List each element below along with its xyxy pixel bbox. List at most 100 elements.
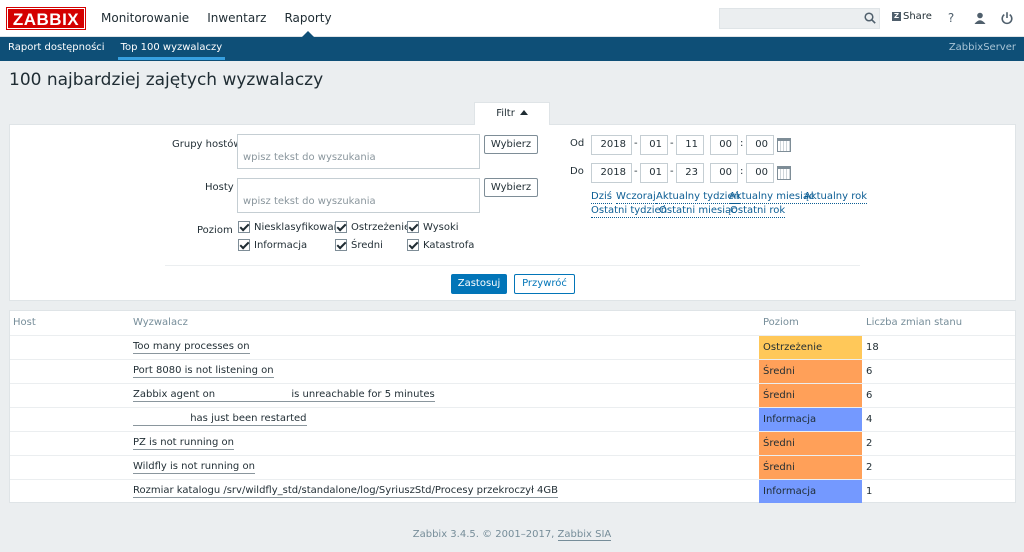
sub-nav: Raport dostępności Top 100 wyzwalaczy: [0, 37, 230, 61]
zabbix-logo[interactable]: ZABBIX: [6, 7, 86, 30]
subnav-top-100-triggers[interactable]: Top 100 wyzwalaczy: [113, 37, 231, 61]
checkbox-label: Informacja: [254, 239, 308, 251]
apply-button[interactable]: Zastosuj: [451, 274, 507, 294]
checkbox-label: Ostrzeżenie: [351, 221, 411, 233]
share-button[interactable]: Z Share: [892, 11, 932, 22]
page-title: 100 najbardziej zajętych wyzwalaczy: [9, 70, 324, 90]
trigger-link[interactable]: Zabbix agent on is unreachable for 5 min…: [133, 389, 435, 402]
reset-button[interactable]: Przywróć: [514, 274, 575, 294]
column-header-severity: Poziom: [763, 317, 799, 328]
column-header-changes[interactable]: Liczba zmian stanu: [866, 317, 962, 328]
power-icon[interactable]: [1000, 11, 1014, 25]
checkmark-icon: [335, 221, 347, 233]
severity-cell: Ostrzeżenie: [759, 336, 862, 359]
table-row: Too many processes on Ostrzeżenie 18: [10, 335, 1015, 359]
quick-link-current-week[interactable]: Aktualny tydzień: [656, 191, 740, 204]
time-separator: :: [740, 138, 744, 149]
triangle-up-icon: [519, 110, 528, 115]
main-nav: Monitorowanie Inwentarz Raporty: [92, 0, 341, 38]
table-row: has just been restarted Informacja 4: [10, 407, 1015, 431]
severity-cell: Średni: [759, 432, 862, 455]
hosts-select-button[interactable]: Wybierz: [484, 178, 538, 197]
checkbox-label: Niesklasyfikowane: [254, 221, 347, 233]
nav-inventory[interactable]: Inwentarz: [198, 0, 275, 37]
nav-reports[interactable]: Raporty: [275, 0, 340, 38]
footer-link[interactable]: Zabbix SIA: [557, 529, 612, 541]
checkbox-average[interactable]: Średni: [335, 239, 383, 251]
trigger-link[interactable]: Port 8080 is not listening on: [133, 365, 274, 378]
severity-cell: Średni: [759, 384, 862, 407]
filter-panel: Grupy hostów wpisz tekst do wyszukania W…: [9, 124, 1016, 301]
checkbox-information[interactable]: Informacja: [238, 239, 307, 251]
calendar-icon[interactable]: [777, 166, 791, 180]
checkmark-icon: [407, 239, 419, 251]
level-label: Poziom: [197, 225, 233, 236]
question-icon[interactable]: ?: [944, 11, 958, 25]
severity-cell: Informacja: [759, 408, 862, 431]
change-count: 6: [866, 366, 873, 377]
to-month-input[interactable]: 01: [640, 163, 668, 183]
date-separator: -: [634, 138, 638, 149]
filter-tab[interactable]: Filtr: [474, 102, 550, 125]
date-separator: -: [670, 166, 674, 177]
server-name: ZabbixServer: [948, 42, 1016, 53]
checkbox-high[interactable]: Wysoki: [407, 221, 459, 233]
column-header-trigger: Wyzwalacz: [133, 317, 188, 328]
column-header-host: Host: [13, 317, 36, 328]
user-icon[interactable]: [973, 11, 987, 25]
nav-monitoring[interactable]: Monitorowanie: [92, 0, 198, 37]
checkbox-warning[interactable]: Ostrzeżenie: [335, 221, 410, 233]
host-groups-input[interactable]: wpisz tekst do wyszukania: [237, 134, 480, 169]
checkbox-label: Średni: [351, 239, 383, 251]
change-count: 18: [866, 342, 879, 353]
footer-text: Zabbix 3.4.5. © 2001–2017,: [412, 529, 555, 540]
table-row: Zabbix agent on is unreachable for 5 min…: [10, 383, 1015, 407]
table-row: Wildfly is not running on Średni 2: [10, 455, 1015, 479]
trigger-link[interactable]: Too many processes on: [133, 341, 250, 354]
trigger-link[interactable]: Rozmiar katalogu /srv/wildfly_std/standa…: [133, 485, 558, 498]
checkbox-disaster[interactable]: Katastrofa: [407, 239, 474, 251]
table-row: Port 8080 is not listening on Średni 6: [10, 359, 1015, 383]
quick-link-yesterday[interactable]: Wczoraj: [616, 191, 656, 204]
severity-cell: Informacja: [759, 480, 862, 503]
date-from-label: Od: [570, 138, 585, 149]
search-input[interactable]: [719, 8, 880, 29]
change-count: 2: [866, 438, 873, 449]
quick-link-last-week[interactable]: Ostatni tydzień: [591, 205, 668, 218]
quick-link-current-month[interactable]: Aktualny miesiąc: [729, 191, 815, 204]
trigger-link[interactable]: PZ is not running on: [133, 437, 235, 450]
checkmark-icon: [407, 221, 419, 233]
trigger-link[interactable]: Wildfly is not running on: [133, 461, 255, 474]
quick-link-current-year[interactable]: Aktualny rok: [804, 191, 868, 204]
from-hour-input[interactable]: 00: [710, 135, 738, 155]
host-groups-placeholder: wpisz tekst do wyszukania: [243, 152, 376, 163]
from-day-input[interactable]: 11: [676, 135, 704, 155]
subnav-availability-report[interactable]: Raport dostępności: [0, 37, 113, 61]
checkbox-not-classified[interactable]: Niesklasyfikowane: [238, 221, 346, 233]
calendar-icon[interactable]: [777, 138, 791, 152]
to-year-input[interactable]: 2018: [591, 163, 632, 183]
checkmark-icon: [238, 239, 250, 251]
quick-link-last-month[interactable]: Ostatni miesiąc: [659, 205, 737, 218]
filter-tab-label: Filtr: [496, 108, 515, 119]
time-separator: :: [740, 166, 744, 177]
host-groups-select-button[interactable]: Wybierz: [484, 135, 538, 154]
hosts-input[interactable]: wpisz tekst do wyszukania: [237, 178, 480, 213]
quick-link-last-year[interactable]: Ostatni rok: [730, 205, 786, 218]
hosts-label: Hosty: [205, 182, 234, 193]
to-hour-input[interactable]: 00: [710, 163, 738, 183]
footer: Zabbix 3.4.5. © 2001–2017, Zabbix SIA: [0, 529, 1024, 541]
from-year-input[interactable]: 2018: [591, 135, 632, 155]
to-day-input[interactable]: 23: [676, 163, 704, 183]
trigger-link[interactable]: has just been restarted: [133, 413, 307, 426]
quick-link-today[interactable]: Dziś: [591, 191, 612, 204]
to-minute-input[interactable]: 00: [746, 163, 774, 183]
share-label: Share: [903, 11, 932, 22]
search-icon[interactable]: [864, 12, 876, 24]
change-count: 2: [866, 462, 873, 473]
checkbox-label: Wysoki: [423, 221, 459, 233]
checkmark-icon: [238, 221, 250, 233]
from-month-input[interactable]: 01: [640, 135, 668, 155]
from-minute-input[interactable]: 00: [746, 135, 774, 155]
date-separator: -: [634, 166, 638, 177]
